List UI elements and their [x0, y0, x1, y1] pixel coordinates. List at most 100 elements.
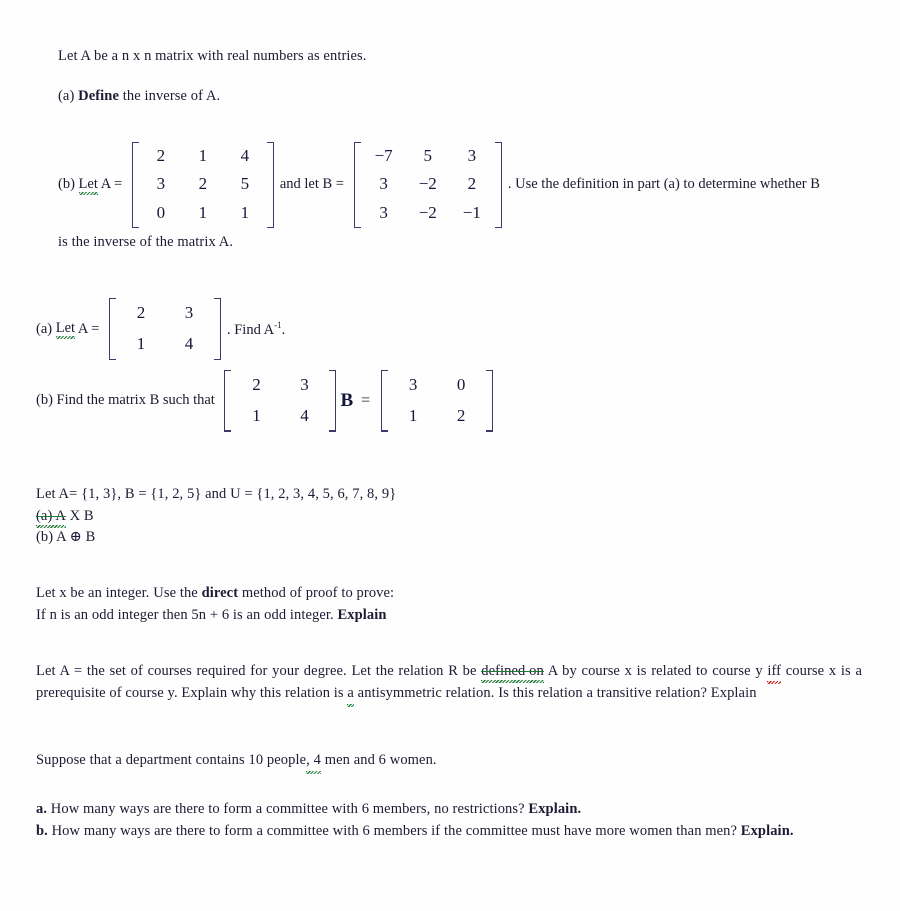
matrix-right-2x2-table: 3 0 1 2	[389, 370, 485, 432]
matrix-B-3x3-table: −7 5 3 3 −2 2 3 −2 −1	[362, 142, 494, 229]
combinatorics-intro-pre: Suppose that a department contains 10 pe…	[36, 752, 307, 769]
matrix-cell: 1	[198, 145, 208, 165]
sets-question-b: (b) A ⊕ B	[36, 529, 96, 546]
proof-method-keyword: direct	[201, 585, 239, 602]
bracket-left-icon	[131, 141, 140, 229]
table-row: 1 4	[232, 401, 328, 432]
bracket-right-icon	[213, 298, 221, 360]
sets-question-a-rest: X B	[65, 507, 94, 524]
combinatorics-a-explain: Explain.	[528, 800, 582, 817]
question-1a-keyword: Define	[78, 87, 119, 104]
sets-question-a-struck: (a) A	[36, 506, 66, 529]
combinatorics-b-text: How many ways are there to form a commit…	[47, 822, 741, 839]
matrix-cell: 3	[184, 303, 194, 323]
bracket-right-icon	[494, 141, 502, 229]
matrix-cell: 3	[467, 145, 477, 165]
matrix-cell: 1	[198, 203, 208, 223]
bracket-left-icon	[381, 369, 389, 432]
matrix-cell: 5	[423, 145, 432, 165]
proof-instruction-line: Let x be an integer. Use the direct meth…	[36, 583, 864, 605]
relations-text-1: Let A = the set of courses required for …	[36, 662, 482, 679]
matrix-cell: 0	[156, 203, 166, 223]
table-row: 2 3	[232, 370, 328, 401]
relations-article-squiggle: a	[347, 683, 354, 707]
matrix-cell: 4	[184, 334, 194, 353]
table-row: 3 2 5	[140, 170, 266, 199]
matrix-cell: 1	[136, 334, 146, 353]
equals-sign: =	[361, 391, 371, 409]
matrix-cell: 3	[156, 174, 166, 194]
relations-iff-misspelled: iff	[767, 661, 781, 685]
table-row: 2 3	[117, 298, 213, 329]
question-2a-text: A =	[75, 320, 103, 337]
matrix-cell: 1	[252, 405, 261, 425]
question-1b-closing: is the inverse of the matrix A.	[58, 234, 234, 251]
relations-struck-phrase: defined on	[481, 661, 544, 684]
table-row: 1 2	[389, 401, 485, 432]
matrix-cell: 2	[467, 174, 477, 194]
question-2a-row: (a) Let A = 2 3 1 4 . Find A-1.	[36, 298, 864, 360]
relations-text-2: A by course x is related to course y	[543, 662, 768, 679]
combinatorics-question-b: b. How many ways are there to form a com…	[36, 821, 862, 843]
combinatorics-men-count: 4	[313, 752, 321, 769]
table-row: 1 4	[117, 329, 213, 360]
proof-instruction-post: method of proof to prove:	[238, 585, 395, 602]
question-2b-text: (b) Find the matrix B such that	[36, 392, 219, 409]
combinatorics-comma: ,	[306, 752, 310, 769]
question-1a-label: (a)	[58, 87, 79, 104]
relations-text-4: antisymmetric relation. Is this relation…	[353, 685, 757, 702]
proof-statement-text: If n is an odd integer then 5n + 6 is an…	[36, 606, 338, 623]
matrix-cell: −1	[462, 203, 481, 223]
question-2a-tail: . Find A-1.	[227, 320, 285, 339]
bracket-left-icon	[353, 141, 362, 229]
relations-paragraph: Let A = the set of courses required for …	[36, 661, 862, 707]
matrix-cell: −2	[418, 203, 437, 223]
matrix-cell: 4	[240, 145, 250, 165]
question-1a: (a) Define the inverse of A.	[58, 86, 864, 108]
proof-statement-line: If n is an odd integer then 5n + 6 is an…	[36, 605, 864, 627]
matrix-cell: 1	[240, 203, 250, 223]
matrix-A-2x2: 2 3 1 4	[108, 298, 221, 360]
combinatorics-a-label: a.	[36, 800, 48, 817]
question-1b-label: (b)	[58, 176, 79, 193]
intro-line-matrix: Let A be a n x n matrix with real number…	[58, 46, 864, 68]
table-row: 3 −2 2	[362, 170, 494, 199]
sets-question-a: (a) A X B	[36, 506, 864, 529]
matrix-cell: 1	[408, 405, 418, 425]
question-2b-row: (b) Find the matrix B such that 2 3 1 4 …	[36, 369, 864, 432]
matrix-cell: 3	[379, 203, 388, 223]
matrix-cell: 4	[300, 405, 309, 425]
matrix-cell: 2	[252, 374, 261, 394]
matrix-right-2x2: 3 0 1 2	[381, 369, 494, 432]
document-page: Let A be a n x n matrix with real number…	[0, 0, 900, 911]
combinatorics-comma-squiggle: , 4	[306, 750, 321, 774]
sets-definition-line: Let A= {1, 3}, B = {1, 2, 5} and U = {1,…	[36, 485, 397, 502]
matrix-cell: 2	[456, 405, 466, 425]
question-1b-text2: and let B =	[279, 176, 348, 193]
question-2a-tail-post: .	[281, 321, 286, 338]
question-1a-rest: the inverse of A.	[119, 87, 221, 104]
matrix-cell: 0	[456, 374, 466, 394]
matrix-cell: −7	[374, 145, 393, 165]
matrix-cell: −2	[418, 174, 437, 194]
matrix-left-2x2-table: 2 3 1 4	[232, 370, 328, 432]
combinatorics-intro: Suppose that a department contains 10 pe…	[36, 750, 864, 774]
table-row: 0 1 1	[140, 199, 266, 228]
matrix-A-2x2-table: 2 3 1 4	[117, 298, 213, 360]
matrix-A-3x3-table: 2 1 4 3 2 5 0 1 1	[140, 142, 266, 229]
question-1b-squiggle-word: Let	[78, 175, 99, 195]
matrix-cell: 2	[198, 174, 208, 194]
exponent-minus-one: -1	[274, 319, 282, 330]
question-1b-text1: A =	[97, 176, 126, 193]
document-body: Let A be a n x n matrix with real number…	[36, 36, 864, 842]
bracket-left-icon	[108, 298, 117, 360]
bracket-left-icon	[224, 369, 232, 432]
table-row: 3 −2 −1	[362, 199, 494, 228]
proof-explain-keyword: Explain	[337, 606, 387, 623]
table-row: 2 1 4	[140, 142, 266, 171]
combinatorics-b-explain: Explain.	[740, 822, 794, 839]
matrix-cell: 2	[156, 145, 166, 165]
question-2a-label: (a)	[36, 320, 56, 337]
combinatorics-question-a: a. How many ways are there to form a com…	[36, 799, 864, 821]
table-row: 3 0	[389, 370, 485, 401]
